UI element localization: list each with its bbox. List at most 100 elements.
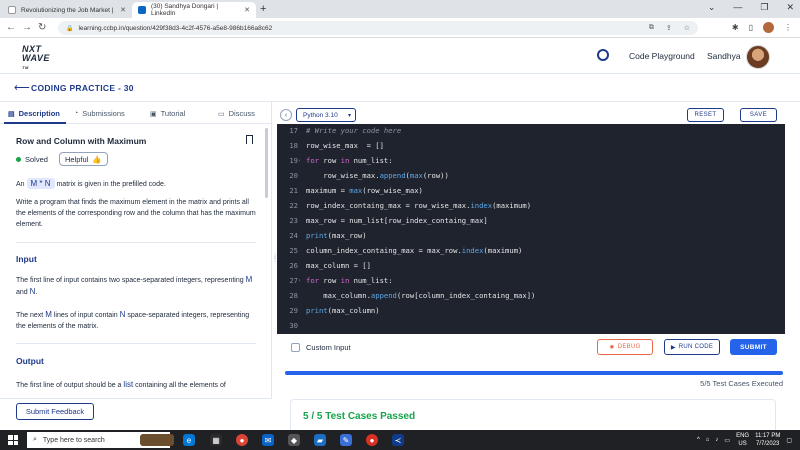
code-text: max_column = [] [306, 261, 371, 270]
fold-chevron-icon[interactable]: › [298, 278, 301, 284]
maximize-icon[interactable]: ❐ [760, 2, 768, 13]
vscode-icon[interactable]: ≺ [392, 434, 404, 446]
extensions-icon[interactable]: ✱ [732, 23, 739, 32]
notification-icon[interactable]: ▢ [786, 437, 792, 444]
windows-start-icon[interactable] [8, 435, 18, 445]
code-line[interactable]: 18 row_wise_max = [] [277, 138, 785, 153]
vpn-shield-icon[interactable]: ◆ [288, 434, 300, 446]
menu-kebab-icon[interactable]: ⋮ [784, 23, 792, 32]
code-line[interactable]: 19 › for row in num_list: [277, 153, 785, 168]
helpful-button[interactable]: Helpful 👍 [59, 152, 108, 166]
app-header: NXT WAVE TM Code Playground Sandhya [0, 38, 800, 74]
scrollbar[interactable] [265, 128, 268, 198]
debug-button[interactable]: ✹ DEBUG [597, 339, 653, 355]
tab-submissions[interactable]: ◔ Submissions [74, 109, 125, 118]
code-line[interactable]: 21 maximum = max(row_wise_max) [277, 183, 785, 198]
code-playground-link[interactable]: Code Playground [629, 51, 695, 61]
mail-icon[interactable]: ✉ [262, 434, 274, 446]
custom-input-checkbox[interactable] [291, 343, 300, 352]
battery-icon[interactable]: ▭ [724, 437, 730, 444]
browser-tab-1[interactable]: Revolutionizing the Job Market | ✕ [2, 2, 132, 18]
code-line[interactable]: 29 print(max_column) [277, 303, 785, 318]
logo-tm: TM [22, 65, 29, 70]
volume-icon[interactable]: ♪ [715, 437, 718, 443]
lightbulb-icon[interactable] [597, 49, 609, 61]
bookmark-icon[interactable] [246, 135, 253, 144]
code-line[interactable]: 22 row_index_containg_max = row_wise_max.… [277, 198, 785, 213]
input-text: lines of input contain [53, 312, 118, 319]
save-button[interactable]: SAVE [740, 108, 777, 122]
chevron-up-icon[interactable]: ^ [697, 437, 700, 443]
code-line[interactable]: 26 max_column = [] [277, 258, 785, 273]
input-text: The first line of input contains two spa… [16, 277, 244, 284]
language-select[interactable]: Python 3.10 ▾ [296, 108, 356, 122]
code-line[interactable]: 24 print(max_row) [277, 228, 785, 243]
line-number: 19 [289, 156, 298, 165]
code-line[interactable]: 17 # Write your code here [277, 124, 785, 138]
code-editor[interactable]: 17 # Write your code here 18 row_wise_max =… [277, 124, 785, 334]
close-icon[interactable]: ✕ [244, 6, 250, 14]
play-icon: ▶ [670, 344, 676, 351]
submit-button[interactable]: SUBMIT [730, 339, 777, 355]
code-line[interactable]: 20 row_wise_max.append(max(row)) [277, 168, 785, 183]
file-explorer-icon[interactable]: ▰ [314, 434, 326, 446]
code-line[interactable]: 28 max_column.append(row[column_index_co… [277, 288, 785, 303]
panel-resize-handle[interactable]: ⋮ ⋮ [272, 254, 278, 263]
share-icon[interactable]: ⇪ [666, 24, 672, 32]
line-number: 25 [289, 246, 298, 255]
chevron-down-icon: ▾ [347, 112, 351, 119]
custom-input-label[interactable]: Custom Input [306, 343, 351, 352]
back-icon[interactable]: ← [6, 22, 16, 33]
browser-tab-2[interactable]: (30) Sandhya Dongari | LinkedIn ✕ [132, 2, 256, 18]
profile-avatar-icon[interactable] [763, 22, 774, 33]
star-icon[interactable]: ☆ [684, 24, 690, 32]
weather-widget-icon[interactable] [140, 434, 174, 446]
network-icon[interactable]: ⌂ [706, 437, 710, 443]
run-code-button[interactable]: ▶ RUN CODE [664, 339, 720, 355]
pen-tool-icon[interactable]: ✎ [340, 434, 352, 446]
divider [16, 242, 256, 243]
nxtwave-logo[interactable]: NXT WAVE TM [22, 45, 50, 72]
language-indicator[interactable]: ENG US [736, 432, 749, 448]
edge-icon[interactable]: e [183, 434, 195, 446]
reset-button[interactable]: RESET [687, 108, 724, 122]
address-bar[interactable]: 🔒 learning.ccbp.in/question/429f38d3-4c2… [58, 21, 698, 35]
reload-icon[interactable]: ↻ [38, 22, 46, 33]
input-text: The next [16, 312, 44, 319]
code-text: row_wise_max.append(max(row)) [306, 171, 449, 180]
back-arrow-icon[interactable]: ⟵ [14, 81, 30, 94]
tab-tutorial[interactable]: ▣ Tutorial [150, 109, 185, 118]
var-m: M [45, 310, 52, 319]
close-window-icon[interactable]: ✕ [786, 2, 794, 13]
code-line[interactable]: 23 max_row = num_list[row_index_containg_… [277, 213, 785, 228]
clock[interactable]: 11:17 PM 7/7/2023 [755, 432, 780, 448]
minimize-icon[interactable]: — [733, 2, 742, 13]
tab-discuss[interactable]: ▭ Discuss [218, 109, 255, 118]
intro-paragraph: An M * N matrix is given in the prefille… [16, 178, 256, 190]
logo-line-2: WAVE [22, 53, 50, 63]
submit-feedback-button[interactable]: Submit Feedback [16, 403, 94, 420]
chrome-icon[interactable]: ● [236, 434, 248, 446]
code-line[interactable]: 30 [277, 318, 785, 333]
fold-chevron-icon[interactable]: › [298, 158, 301, 164]
avatar[interactable] [746, 45, 770, 69]
code-line[interactable]: 25 column_index_containg_max = max_row.in… [277, 243, 785, 258]
helpful-label: Helpful [65, 154, 89, 164]
new-tab-button[interactable]: + [260, 3, 266, 15]
sidebar-icon[interactable]: ▯ [749, 23, 753, 32]
chevron-down-icon[interactable]: ⌄ [708, 2, 716, 13]
store-icon[interactable]: ▦ [210, 434, 222, 446]
run-bar: Custom Input ✹ DEBUG ▶ RUN CODE SUBMIT [277, 334, 785, 362]
search-icon: ⌕ [33, 436, 37, 443]
chrome-active-icon[interactable]: ● [366, 434, 378, 446]
code-line[interactable]: 27 › for row in num_list: [277, 273, 785, 288]
task-paragraph: Write a program that finds the maximum e… [16, 199, 256, 228]
forward-icon[interactable]: → [22, 22, 32, 33]
user-name[interactable]: Sandhya [707, 51, 741, 61]
open-in-app-icon[interactable]: ⧉ [649, 24, 654, 32]
tab-description[interactable]: ▤ Description [8, 109, 60, 118]
system-tray: ^ ⌂ ♪ ▭ ENG US 11:17 PM 7/7/2023 ▢ [697, 432, 792, 448]
line-number: 21 [289, 186, 298, 195]
close-icon[interactable]: ✕ [120, 6, 126, 14]
collapse-panel-button[interactable]: ‹ [280, 109, 292, 121]
